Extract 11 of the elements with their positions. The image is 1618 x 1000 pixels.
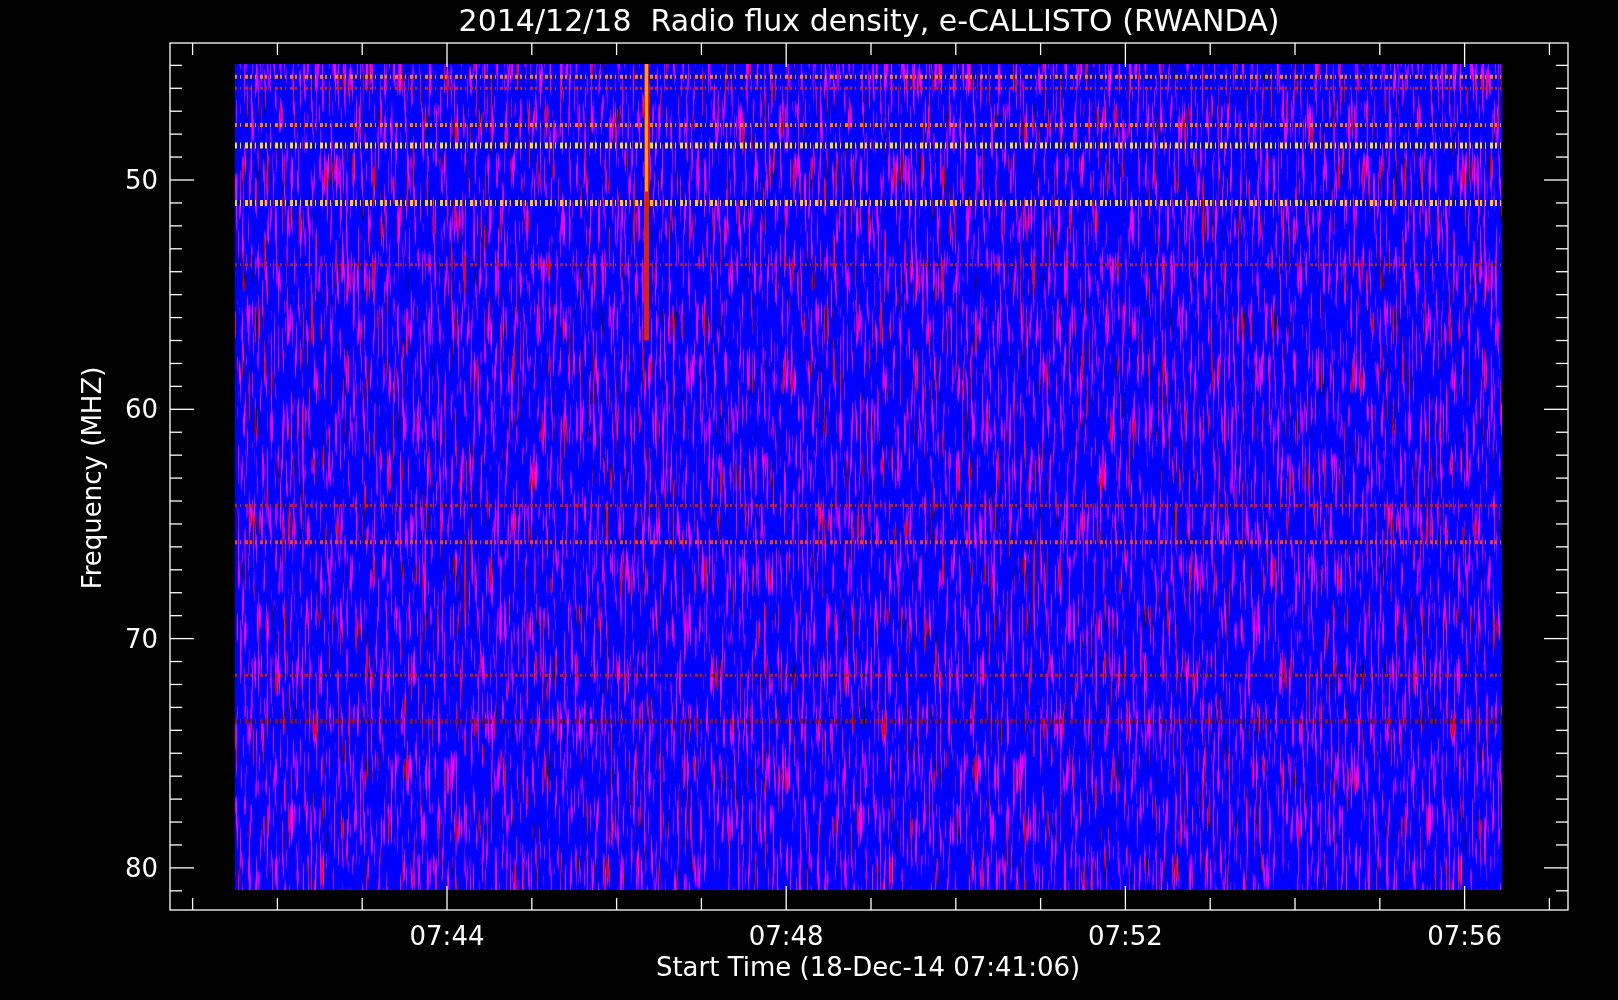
axis-label: Start Time (18-Dec-14 07:41:06): [655, 952, 1081, 982]
tick-label: 07:44: [409, 921, 485, 951]
tick-label: 50: [124, 165, 158, 195]
tick-label: 07:48: [748, 921, 824, 951]
tick-label: 70: [124, 623, 158, 654]
chart-title: 2014/12/18 Radio flux density, e-CALLISTO (RWANDA): [458, 3, 1280, 38]
axis-label: Frequency (MHZ): [77, 366, 107, 590]
tick-label: 60: [124, 394, 158, 425]
tick-label: 07:56: [1427, 921, 1503, 951]
tick-label: 80: [124, 852, 158, 883]
tick-label: 07:52: [1087, 921, 1163, 951]
